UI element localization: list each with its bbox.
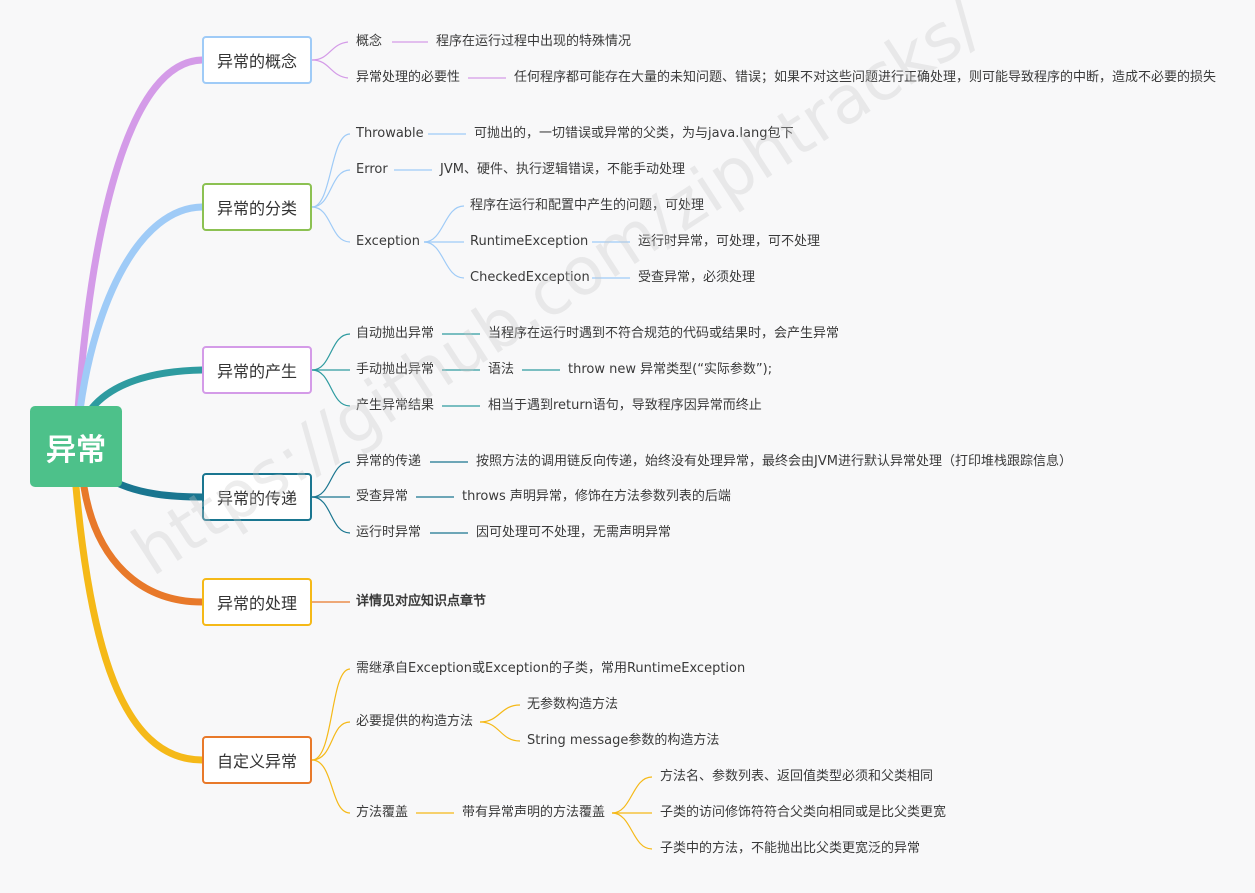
node-exception-child-2[interactable]: CheckedException — [470, 269, 590, 287]
node-prop-key-2[interactable]: 运行时异常 — [356, 524, 421, 542]
branch-generation[interactable]: 异常的产生 — [202, 346, 312, 394]
node-prop-key-0[interactable]: 异常的传递 — [356, 453, 421, 471]
node-gen-key-1[interactable]: 手动抛出异常 — [356, 361, 434, 379]
node-custom-key-0[interactable]: 需继承自Exception或Exception的子类，常用RuntimeExce… — [356, 660, 745, 678]
connector-concept — [74, 56, 206, 414]
node-ctor-child-0[interactable]: 无参数构造方法 — [527, 696, 618, 714]
branch-custom-label: 自定义异常 — [216, 752, 297, 771]
node-override-child-2[interactable]: 子类中的方法，不能抛出比父类更宽泛的异常 — [660, 840, 920, 858]
connector-generation — [88, 366, 206, 412]
node-gen-value-2[interactable]: 相当于遇到return语句，导致程序因异常而终止 — [488, 397, 762, 415]
connector-handling — [80, 483, 206, 606]
branch-classification[interactable]: 异常的分类 — [202, 183, 312, 231]
branch-concept-label: 异常的概念 — [216, 52, 297, 71]
branch-generation-label: 异常的产生 — [216, 362, 297, 381]
node-exception-child-1[interactable]: RuntimeException — [470, 233, 588, 251]
node-override-child-1[interactable]: 子类的访问修饰符符合父类向相同或是比父类更宽 — [660, 804, 946, 822]
node-class-key-2[interactable]: Exception — [356, 233, 420, 251]
node-prop-key-1[interactable]: 受查异常 — [356, 488, 408, 506]
root-node[interactable]: 异常 — [30, 406, 122, 487]
node-exception-child-2-value[interactable]: 受查异常，必须处理 — [638, 269, 755, 287]
node-class-key-0[interactable]: Throwable — [356, 125, 424, 143]
node-class-value-0[interactable]: 可抛出的，一切错误或异常的父类，为与java.lang包下 — [474, 125, 793, 143]
node-ctor-child-1[interactable]: String message参数的构造方法 — [527, 732, 719, 750]
node-concept-value-1[interactable]: 任何程序都可能存在大量的未知问题、错误；如果不对这些问题进行正确处理，则可能导致… — [514, 69, 1216, 87]
node-class-key-1[interactable]: Error — [356, 161, 388, 179]
node-concept-key-0[interactable]: 概念 — [356, 33, 382, 51]
node-gen-value-0[interactable]: 当程序在运行时遇到不符合规范的代码或结果时，会产生异常 — [488, 325, 839, 343]
root-label: 异常 — [46, 432, 106, 468]
node-custom-key-1[interactable]: 必要提供的构造方法 — [356, 713, 473, 731]
node-override-child-0[interactable]: 方法名、参数列表、返回值类型必须和父类相同 — [660, 768, 933, 786]
branch-classification-label: 异常的分类 — [216, 199, 297, 218]
node-exception-child-0[interactable]: 程序在运行和配置中产生的问题，可处理 — [470, 197, 704, 215]
branch-propagation[interactable]: 异常的传递 — [202, 473, 312, 521]
node-custom-key-2[interactable]: 方法覆盖 — [356, 804, 408, 822]
node-gen-key-0[interactable]: 自动抛出异常 — [356, 325, 434, 343]
branch-concept[interactable]: 异常的概念 — [202, 36, 312, 84]
connector-propagation — [111, 478, 206, 501]
node-prop-value-0[interactable]: 按照方法的调用链反向传递，始终没有处理异常，最终会由JVM进行默认异常处理（打印… — [476, 453, 1072, 471]
branch-handling-label: 异常的处理 — [216, 594, 297, 613]
node-exception-child-1-value[interactable]: 运行时异常，可处理，可不处理 — [638, 233, 820, 251]
node-prop-value-1[interactable]: throws 声明异常，修饰在方法参数列表的后端 — [462, 488, 731, 506]
node-class-value-1[interactable]: JVM、硬件、执行逻辑错误，不能手动处理 — [440, 161, 685, 179]
node-gen-value-1[interactable]: 语法 — [488, 361, 514, 379]
branch-handling[interactable]: 异常的处理 — [202, 578, 312, 626]
node-prop-value-2[interactable]: 因可处理可不处理，无需声明异常 — [476, 524, 671, 542]
branch-propagation-label: 异常的传递 — [216, 489, 297, 508]
branch-custom[interactable]: 自定义异常 — [202, 736, 312, 784]
node-gen-key-2[interactable]: 产生异常结果 — [356, 397, 434, 415]
node-gen-sub-1[interactable]: throw new 异常类型(“实际参数”); — [568, 361, 772, 379]
node-concept-key-1[interactable]: 异常处理的必要性 — [356, 69, 460, 87]
node-handling-0[interactable]: 详情见对应知识点章节 — [356, 593, 486, 611]
node-concept-value-0[interactable]: 程序在运行过程中出现的特殊情况 — [436, 33, 631, 51]
node-custom-value-2[interactable]: 带有异常声明的方法覆盖 — [462, 804, 605, 822]
